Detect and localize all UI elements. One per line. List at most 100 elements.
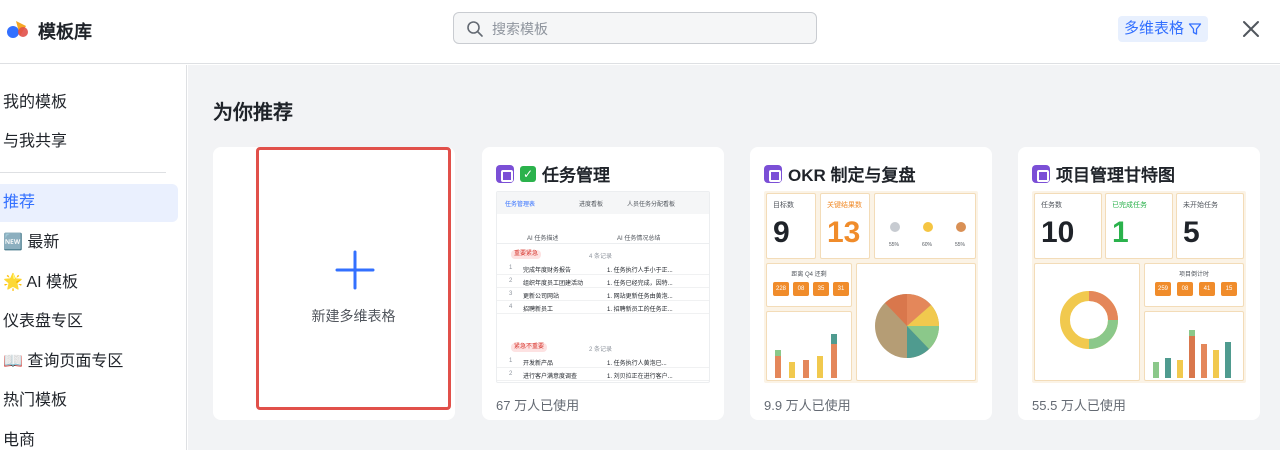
group-count: 2 条记录	[589, 347, 613, 353]
table-row: 2 组织年度员工团建活动 1. 任务已经完成，因特...	[497, 275, 709, 288]
okr-bar-panel	[766, 311, 852, 381]
row-summary: 1. 任务执行人黄泡已...	[607, 361, 667, 367]
table-row: 4 招聘新员工 1. 招聘新员工的任务正...	[497, 301, 709, 314]
gantt-bar-panel	[1144, 311, 1244, 381]
group-count: 4 条记录	[589, 254, 613, 260]
okr-target-panel: 目标数 9	[766, 193, 816, 259]
row-num: 2	[509, 278, 513, 284]
row-num: 2	[509, 371, 513, 377]
plus-icon	[335, 250, 375, 290]
pct-label: 55%	[955, 242, 966, 248]
row-num: 1	[509, 265, 513, 271]
header: 模板库 多维表格	[0, 0, 1280, 64]
countdown-box: 259	[1155, 282, 1171, 296]
gantt-task-panel: 任务数 10	[1034, 193, 1102, 259]
filter-label: 多维表格	[1124, 20, 1185, 37]
row-task: 组织年度员工团建活动	[523, 281, 584, 287]
panel-label: 已完成任务	[1112, 202, 1147, 209]
preview-header: AI 任务描述 AI 任务情况总结	[497, 230, 709, 244]
row-num: 3	[509, 291, 513, 297]
panel-label: 目标数	[773, 202, 794, 209]
okr-kr-panel: 关键结果数 13	[820, 193, 870, 259]
section-title: 为你推荐	[213, 102, 293, 124]
pie-chart-graphic	[875, 294, 939, 358]
countdown-box: 228	[773, 282, 789, 296]
usage-count: 9.9 万人已使用	[764, 398, 851, 413]
sidebar-item-popular[interactable]: 热门模板	[0, 382, 178, 420]
col-header: AI 任务描述	[527, 236, 559, 242]
row-summary: 1. 网站更新任务由黄泡...	[607, 294, 673, 300]
row-task: 更新公司网站	[523, 294, 560, 300]
sidebar-item-recommend[interactable]: 推荐	[0, 184, 178, 222]
template-card-task[interactable]: ✓ 任务管理 任务管理表 进度看板 人员任务分配看板 AI 任务描述 AI 任务…	[482, 147, 724, 420]
countdown-box: 15	[1221, 282, 1237, 296]
close-icon[interactable]	[1238, 16, 1264, 42]
gantt-preview: 任务数 10 已完成任务 1 未开始任务 5 项目倒计时 259 08 41 1…	[1032, 191, 1246, 383]
usage-count: 55.5 万人已使用	[1032, 398, 1126, 413]
template-card-gantt[interactable]: 项目管理甘特图 任务数 10 已完成任务 1 未开始任务 5 项目倒计时 259…	[1018, 147, 1260, 420]
task-preview: 任务管理表 进度看板 人员任务分配看板 AI 任务描述 AI 任务情况总结 重要…	[496, 191, 710, 383]
countdown-box: 31	[833, 282, 849, 296]
countdown-box: 08	[1177, 282, 1193, 296]
filter-button[interactable]: 多维表格	[1118, 16, 1209, 42]
panel-label: 关键结果数	[827, 202, 862, 209]
app-logo-icon	[7, 21, 28, 38]
template-card-okr[interactable]: OKR 制定与复盘 目标数 9 关键结果数 13 55% 60% 55% 距离 …	[750, 147, 992, 420]
big-number: 13	[827, 216, 861, 249]
okr-preview: 目标数 9 关键结果数 13 55% 60% 55% 距离 Q4 还剩 228 …	[764, 191, 978, 383]
filter-icon	[1188, 23, 1202, 35]
new-base-card[interactable]: 新建多维表格	[213, 147, 455, 420]
row-num: 1	[509, 358, 513, 364]
row-task: 完成年度财务报告	[523, 268, 572, 274]
row-summary: 1. 任务已经完成，因特...	[607, 281, 673, 287]
sidebar-item-my-templates[interactable]: 我的模板	[0, 84, 178, 122]
search-box[interactable]	[453, 12, 817, 44]
sidebar-item-dashboard[interactable]: 仪表盘专区	[0, 303, 178, 341]
sidebar: 我的模板 与我共享 推荐 🆕 最新 🌟 AI 模板 仪表盘专区 📖 查询页面专区…	[0, 65, 187, 450]
card-title: OKR 制定与复盘	[764, 161, 916, 186]
sidebar-divider	[0, 172, 166, 173]
big-number: 10	[1041, 216, 1075, 249]
okr-progress-panel: 55% 60% 55%	[874, 193, 976, 259]
row-task: 进行客户满意度调查	[523, 374, 578, 380]
sidebar-item-ai-templates[interactable]: 🌟 AI 模板	[0, 264, 178, 302]
okr-pie-panel	[856, 263, 976, 381]
donut-chart-graphic	[1060, 291, 1118, 349]
bar-chart-graphic	[775, 334, 837, 378]
big-number: 1	[1112, 216, 1129, 249]
panel-label: 未开始任务	[1183, 202, 1218, 209]
main-content: 为你推荐 新建多维表格 ✓ 任务管理 任务管理表 进度看板 人员任务分配看板 A…	[188, 65, 1280, 450]
preview-tab: 任务管理表	[505, 202, 536, 208]
app-title: 模板库	[38, 22, 92, 42]
pct-label: 60%	[922, 242, 933, 248]
template-icon	[1032, 164, 1050, 183]
new-base-label: 新建多维表格	[311, 308, 396, 324]
usage-count: 67 万人已使用	[496, 398, 580, 413]
template-icon	[496, 164, 514, 183]
preview-tab: 人员任务分配看板	[627, 202, 676, 208]
sidebar-item-query-page[interactable]: 📖 查询页面专区	[0, 343, 178, 381]
okr-countdown-panel: 距离 Q4 还剩 228 08 35 31	[766, 263, 852, 307]
countdown-box: 35	[813, 282, 829, 296]
search-input[interactable]	[492, 18, 802, 40]
sidebar-item-ecommerce[interactable]: 电商	[0, 422, 178, 460]
card-title: 项目管理甘特图	[1032, 161, 1175, 186]
table-row: 2 进行客户满意度调查 1. 刘贝拉正在进行客户...	[497, 368, 709, 381]
bar-chart-graphic	[1153, 330, 1231, 378]
col-header: AI 任务情况总结	[617, 236, 661, 242]
template-icon	[764, 164, 782, 183]
new-base-highlight[interactable]: 新建多维表格	[256, 147, 451, 410]
search-icon	[467, 21, 483, 37]
pct-label: 55%	[889, 242, 900, 248]
gantt-donut-panel	[1034, 263, 1140, 381]
gantt-countdown-panel: 项目倒计时 259 08 41 15	[1144, 263, 1244, 307]
row-summary: 1. 刘贝拉正在进行客户...	[607, 374, 673, 380]
sidebar-item-shared[interactable]: 与我共享	[0, 123, 178, 161]
group-tag: 紧急不重要	[511, 343, 548, 352]
countdown-box: 41	[1199, 282, 1215, 296]
sidebar-item-newest[interactable]: 🆕 最新	[0, 224, 178, 262]
big-number: 5	[1183, 216, 1200, 249]
card-title: ✓ 任务管理	[496, 161, 610, 186]
panel-label: 任务数	[1041, 202, 1062, 209]
panel-label: 项目倒计时	[1178, 272, 1209, 278]
